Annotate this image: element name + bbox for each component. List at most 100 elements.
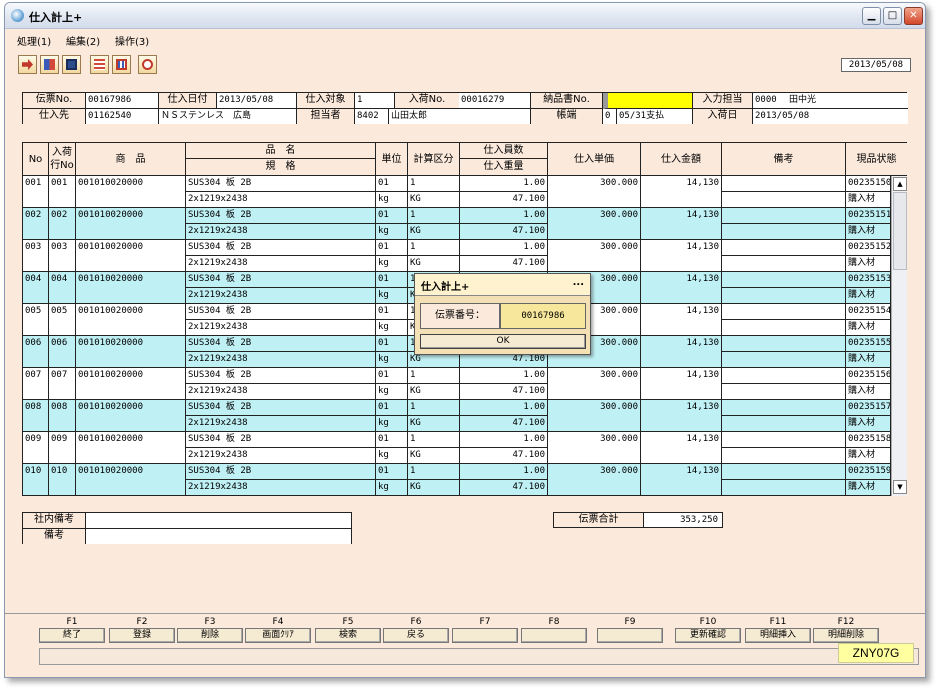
cell-kingaku[interactable]: 14,130	[641, 272, 722, 304]
fkey-f8[interactable]: F8	[521, 616, 587, 643]
cell-tanka[interactable]: 300.000	[548, 240, 641, 272]
cell-genpin[interactable]: 購入材	[846, 320, 891, 336]
table-row[interactable]: 001 001 001010020000 SUS304 板 2B 2x1219x2438…	[23, 176, 891, 208]
fkey-label[interactable]: 明細削除	[813, 628, 879, 643]
fkey-f7[interactable]: F7	[452, 616, 518, 643]
fkey-label[interactable]: 終了	[39, 628, 105, 643]
cell-tani[interactable]: kg	[376, 384, 408, 400]
cell-juryo[interactable]: 47.100	[460, 448, 548, 464]
cell-tani[interactable]: 01	[376, 464, 408, 480]
minimize-button[interactable]: ▁	[862, 7, 881, 25]
cell-genpin[interactable]: 購入材	[846, 416, 891, 432]
fkey-f6[interactable]: F6 戻る	[383, 616, 449, 643]
cell-no[interactable]: 003	[23, 240, 49, 272]
cell-kingaku[interactable]: 14,130	[641, 400, 722, 432]
cell-shohin[interactable]: 001010020000	[76, 400, 186, 432]
cell-no[interactable]: 006	[23, 336, 49, 368]
nyukabi-field[interactable]: 2013/05/08	[753, 109, 908, 124]
cell-kikaku[interactable]: 2x1219x2438	[186, 256, 376, 272]
cell-hinmei[interactable]: SUS304 板 2B	[186, 400, 376, 416]
menu-operation[interactable]: 操作(3)	[115, 33, 149, 48]
fkey-f9[interactable]: F9	[597, 616, 663, 643]
cell-tanka[interactable]: 300.000	[548, 208, 641, 240]
cell-kosu[interactable]: 1.00	[460, 368, 548, 384]
cell-biko[interactable]	[722, 288, 846, 304]
cell-tanka[interactable]: 300.000	[548, 464, 641, 496]
cell-genpin[interactable]: 00235158	[846, 432, 891, 448]
cell-tani[interactable]: 01	[376, 432, 408, 448]
cell-no[interactable]: 004	[23, 272, 49, 304]
cell-genpin[interactable]: 購入材	[846, 384, 891, 400]
menu-process[interactable]: 処理(1)	[17, 33, 51, 48]
cell-biko[interactable]	[722, 352, 846, 368]
cell-biko[interactable]	[722, 336, 846, 352]
cell-genpin[interactable]: 00235151	[846, 208, 891, 224]
cell-gyo[interactable]: 009	[49, 432, 76, 464]
cell-kosu[interactable]: 1.00	[460, 240, 548, 256]
cell-kosu[interactable]: 1.00	[460, 464, 548, 480]
shiire-date-field[interactable]: 2013/05/08	[217, 93, 297, 109]
cell-hinmei[interactable]: SUS304 板 2B	[186, 240, 376, 256]
cell-genpin[interactable]: 00235156	[846, 368, 891, 384]
grid-scrollbar[interactable]: ▲ ▼	[891, 176, 907, 496]
cell-kosu[interactable]: 1.00	[460, 400, 548, 416]
nyuryoku-tanto-code[interactable]: 0000	[753, 93, 787, 109]
cell-genpin[interactable]: 00235157	[846, 400, 891, 416]
cell-hinmei[interactable]: SUS304 板 2B	[186, 336, 376, 352]
cell-juryo[interactable]: 47.100	[460, 384, 548, 400]
cell-shohin[interactable]: 001010020000	[76, 368, 186, 400]
cell-hinmei[interactable]: SUS304 板 2B	[186, 432, 376, 448]
cell-genpin[interactable]: 購入材	[846, 480, 891, 496]
fkey-f5[interactable]: F5 検索	[315, 616, 381, 643]
cell-shohin[interactable]: 001010020000	[76, 272, 186, 304]
cell-kikaku[interactable]: 2x1219x2438	[186, 192, 376, 208]
cell-keisan[interactable]: KG	[408, 256, 460, 272]
cell-hinmei[interactable]: SUS304 板 2B	[186, 272, 376, 288]
fkey-f3[interactable]: F3 削除	[177, 616, 243, 643]
denpyo-no-field[interactable]: 00167986	[86, 93, 159, 109]
fkey-label[interactable]: 登録	[109, 628, 175, 643]
table-row[interactable]: 008 008 001010020000 SUS304 板 2B 2x1219x2438…	[23, 400, 891, 432]
fkey-label[interactable]: 更新確認	[675, 628, 741, 643]
cell-juryo[interactable]: 47.100	[460, 224, 548, 240]
cell-kikaku[interactable]: 2x1219x2438	[186, 384, 376, 400]
cell-gyo[interactable]: 001	[49, 176, 76, 208]
fkey-f10[interactable]: F10 更新確認	[675, 616, 741, 643]
cell-biko[interactable]	[722, 448, 846, 464]
nyuka-no-field[interactable]: 00016279	[459, 93, 531, 109]
cell-keisan[interactable]: KG	[408, 384, 460, 400]
fkey-label[interactable]	[452, 628, 518, 643]
cell-juryo[interactable]: 47.100	[460, 256, 548, 272]
cell-genpin[interactable]: 購入材	[846, 288, 891, 304]
cell-biko[interactable]	[722, 272, 846, 288]
shiire-taisho-field[interactable]: 1	[355, 93, 395, 109]
biko-field[interactable]	[86, 529, 351, 544]
cell-shohin[interactable]: 001010020000	[76, 336, 186, 368]
cell-biko[interactable]	[722, 192, 846, 208]
fkey-f4[interactable]: F4 画面ｸﾘｱ	[245, 616, 311, 643]
fkey-f1[interactable]: F1 終了	[39, 616, 105, 643]
cell-kikaku[interactable]: 2x1219x2438	[186, 416, 376, 432]
fkey-label[interactable]: 戻る	[383, 628, 449, 643]
register-tool-button[interactable]	[40, 55, 59, 74]
cell-biko[interactable]	[722, 224, 846, 240]
scroll-down-icon[interactable]: ▼	[893, 480, 907, 494]
cell-keisan[interactable]: KG	[408, 224, 460, 240]
cell-gyo[interactable]: 002	[49, 208, 76, 240]
cell-tani[interactable]: 01	[376, 304, 408, 320]
cell-keisan[interactable]: 1	[408, 464, 460, 480]
cell-kikaku[interactable]: 2x1219x2438	[186, 320, 376, 336]
cell-juryo[interactable]: 47.100	[460, 192, 548, 208]
cell-tani[interactable]: 01	[376, 400, 408, 416]
grid-tool-button[interactable]	[112, 55, 131, 74]
cell-tani[interactable]: kg	[376, 256, 408, 272]
cell-no[interactable]: 007	[23, 368, 49, 400]
cell-kingaku[interactable]: 14,130	[641, 176, 722, 208]
cell-biko[interactable]	[722, 304, 846, 320]
cell-keisan[interactable]: 1	[408, 432, 460, 448]
cell-shohin[interactable]: 001010020000	[76, 240, 186, 272]
cell-no[interactable]: 008	[23, 400, 49, 432]
cell-genpin[interactable]: 00235153	[846, 272, 891, 288]
cell-no[interactable]: 002	[23, 208, 49, 240]
close-button[interactable]: ✕	[904, 7, 923, 25]
